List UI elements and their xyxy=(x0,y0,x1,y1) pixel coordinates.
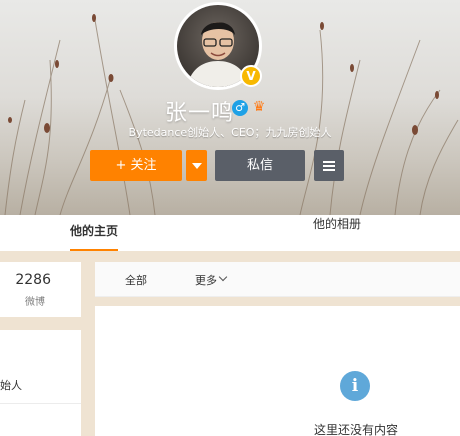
profile-name: 张一鸣 xyxy=(165,101,235,126)
tab-album[interactable]: 他的相册 xyxy=(313,215,361,251)
chevron-down-icon xyxy=(191,162,202,169)
weibo-count-card[interactable]: 2286 微博 xyxy=(0,262,81,317)
filter-more[interactable]: 更多 xyxy=(195,272,217,288)
filter-all[interactable]: 全部 xyxy=(125,272,147,288)
male-icon: ♂ xyxy=(232,100,248,116)
verified-badge-icon: V xyxy=(240,65,262,87)
weibo-count: 2286 xyxy=(15,272,51,288)
profile-bio: Bytedance创始人、CEO；九九房创始人 xyxy=(128,126,332,139)
profile-info-card: 始人 xyxy=(0,330,81,436)
follow-dropdown-button[interactable] xyxy=(186,150,207,181)
tab-home[interactable]: 他的主页 xyxy=(70,215,119,251)
weibo-count-label: 微博 xyxy=(25,297,45,308)
profile-tabbar: 他的主页 他的相册 xyxy=(0,215,460,251)
info-text: 始人 xyxy=(0,379,22,392)
feed-content-card: i 这里还没有内容 xyxy=(95,306,460,436)
more-menu-button[interactable] xyxy=(314,150,344,181)
follow-button[interactable]: + 关注 xyxy=(90,150,182,181)
menu-icon xyxy=(323,159,335,173)
message-button[interactable]: 私信 xyxy=(215,150,305,181)
feed-filter-bar: 全部 更多 xyxy=(95,262,460,297)
info-icon: i xyxy=(340,371,370,401)
chevron-down-icon[interactable] xyxy=(218,272,228,282)
empty-feed-message: 这里还没有内容 xyxy=(314,423,399,436)
divider xyxy=(0,403,81,404)
vip-crown-icon[interactable]: ♛ xyxy=(250,98,268,116)
